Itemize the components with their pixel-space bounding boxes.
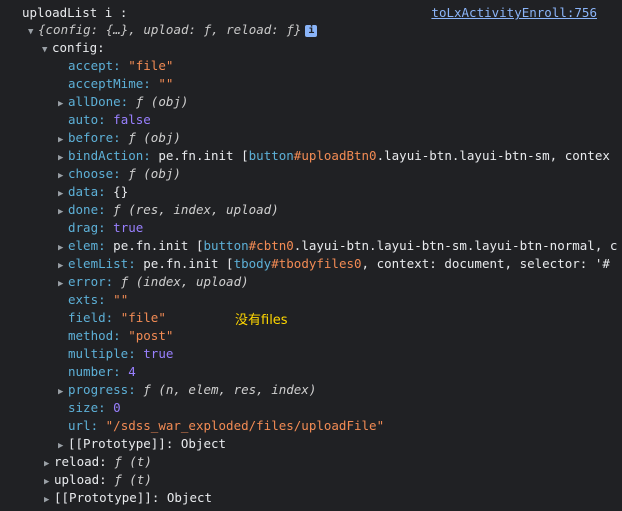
row-value: ƒ (n, elem, res, index) (143, 382, 317, 397)
tree-row[interactable]: ▶ upload: ƒ (t) (44, 471, 152, 489)
row-value: button#cbtn0.layui-btn.layui-btn-sm.layu… (203, 238, 618, 253)
row-value: 0 (113, 400, 121, 415)
row-value: "" (158, 76, 174, 91)
tree-row[interactable]: ▶ choose: ƒ (obj) (58, 165, 181, 183)
row-key: done: (68, 202, 106, 217)
row-value: ƒ (t) (114, 454, 152, 469)
row-value: "file" (120, 310, 166, 325)
tree-row: url: "/sdss_war_exploded/files/uploadFil… (58, 417, 384, 435)
tree-row[interactable]: ▶ elemList: pe.fn.init [tbody#tbodyfiles0… (58, 255, 610, 273)
row-value: ƒ (t) (114, 472, 152, 487)
row-value: true (143, 346, 174, 361)
row-value: false (113, 112, 151, 127)
row-value: Object (180, 436, 227, 451)
row-key: url: (68, 418, 99, 433)
row-key: bindAction: (68, 148, 151, 163)
row-value: ƒ (obj) (128, 130, 181, 145)
tree-row[interactable]: ▶ reload: ƒ (t) (44, 453, 152, 471)
row-key: reload: (54, 454, 107, 469)
row-key: before: (68, 130, 121, 145)
tree-row[interactable]: ▶ allDone: ƒ (obj) (58, 93, 188, 111)
tree-row[interactable]: ▶ bindAction: pe.fn.init [button#uploadBt… (58, 147, 610, 165)
row-value: {} (113, 184, 129, 199)
tree-row[interactable]: ▶ [[Prototype]]: Object (44, 489, 212, 507)
tree-row: auto: false (58, 111, 151, 129)
row-value: "" (113, 292, 129, 307)
tree-row: drag: true (58, 219, 143, 237)
tree-row: exts: "" (58, 291, 128, 309)
row-value: ƒ (obj) (135, 94, 189, 109)
row-value: ƒ (obj) (128, 166, 181, 181)
tree-row: method: "post" (58, 327, 173, 345)
row-value: "/sdss_war_exploded/files/uploadFile" (105, 418, 385, 433)
collapse-arrow-icon[interactable]: ▶ (44, 491, 54, 509)
row-key: exts: (68, 292, 106, 307)
row-value: "file" (128, 58, 174, 73)
row-value: Object (166, 490, 213, 505)
tree-row: size: 0 (58, 399, 121, 417)
expand-arrow-icon[interactable]: ▼ (28, 23, 38, 41)
row-key: accept: (68, 58, 121, 73)
expand-arrow-icon[interactable]: ▼ (42, 41, 52, 59)
tree-row: acceptMime: "" (58, 75, 173, 93)
row-key: number: (68, 364, 121, 379)
row-key: data: (68, 184, 106, 199)
row-key: auto: (68, 112, 106, 127)
row-key: allDone: (68, 94, 129, 109)
tree-row[interactable]: ▼ config: (42, 39, 105, 57)
row-value: button#uploadBtn0.layui-btn.layui-btn-sm… (248, 148, 610, 163)
row-key: method: (68, 328, 121, 343)
object-summary[interactable]: ▼ {config: {…}, upload: ƒ, reload: ƒ} i (28, 21, 318, 41)
row-value: 4 (128, 364, 136, 379)
tree-row[interactable]: ▶ before: ƒ (obj) (58, 129, 181, 147)
info-icon[interactable]: i (305, 24, 318, 37)
tree-row: multiple: true (58, 345, 173, 363)
row-key: error: (68, 274, 114, 289)
tree-row[interactable]: ▶ elem: pe.fn.init [button#cbtn0.layui-bt… (58, 237, 617, 255)
row-key: progress: (68, 382, 136, 397)
header-label: uploadList i : (22, 5, 128, 20)
row-key: multiple: (68, 346, 136, 361)
row-value: tbody#tbodyfiles0, context: document, se… (233, 256, 610, 271)
row-key: config: (52, 40, 105, 55)
tree-row[interactable]: ▶ [[Prototype]]: Object (58, 435, 226, 453)
row-key: acceptMime: (68, 76, 151, 91)
row-value: true (113, 220, 144, 235)
row-value: ƒ (res, index, upload) (113, 202, 279, 217)
row-key: elem: (68, 238, 106, 253)
row-key: field: (68, 310, 114, 325)
tree-row[interactable]: ▶ done: ƒ (res, index, upload) (58, 201, 279, 219)
tree-row[interactable]: ▶ data: {} (58, 183, 128, 201)
tree-row: number: 4 (58, 363, 136, 381)
row-value: ƒ (index, upload) (120, 274, 249, 289)
row-key: drag: (68, 220, 106, 235)
summary-text: {config: {…}, upload: ƒ, reload: ƒ} (38, 22, 302, 37)
tree-row[interactable]: ▶ progress: ƒ (n, elem, res, index) (58, 381, 316, 399)
row-key: elemList: (68, 256, 136, 271)
row-key: [[Prototype]]: (68, 436, 174, 451)
row-value: "post" (128, 328, 174, 343)
annotation-text: 没有files (235, 313, 288, 328)
tree-row: accept: "file" (58, 57, 173, 75)
tree-row[interactable]: ▶ error: ƒ (index, upload) (58, 273, 249, 291)
tree-row: field: "file" (58, 309, 166, 327)
row-key: size: (68, 400, 106, 415)
row-key: upload: (54, 472, 107, 487)
source-link[interactable]: toLxActivityEnroll:756 (431, 5, 597, 20)
row-key: choose: (68, 166, 121, 181)
row-key: [[Prototype]]: (54, 490, 160, 505)
